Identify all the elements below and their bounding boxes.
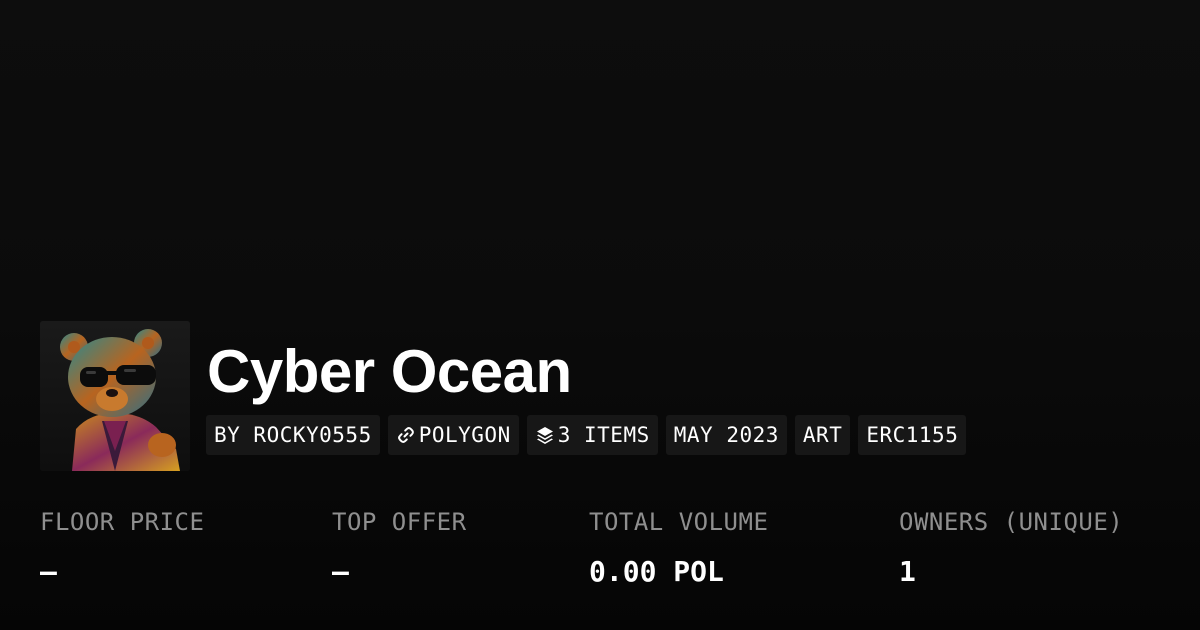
date-tag-label: MAY 2023 <box>673 423 779 447</box>
standard-tag: ERC1155 <box>858 415 967 455</box>
top-offer-value: – <box>332 555 349 588</box>
creator-tag[interactable]: BY ROCKY0555 <box>206 415 380 455</box>
chain-link-icon <box>396 425 416 445</box>
total-volume-label: TOTAL VOLUME <box>589 508 769 536</box>
category-tag[interactable]: ART <box>794 415 851 455</box>
collection-title: Cyber Ocean <box>207 338 572 405</box>
chain-tag-label: POLYGON <box>418 423 511 447</box>
bear-with-sunglasses-avatar <box>40 321 190 471</box>
total-volume-value: 0.00 POL <box>589 555 724 588</box>
collection-avatar[interactable] <box>40 321 190 471</box>
top-offer-label: TOP OFFER <box>332 508 467 536</box>
items-tag-label: 3 ITEMS <box>557 423 650 447</box>
chain-tag[interactable]: POLYGON <box>387 415 519 455</box>
owners-value: 1 <box>899 555 916 588</box>
total-volume-stat: TOTAL VOLUME 0.00 POL <box>589 505 768 589</box>
date-tag: MAY 2023 <box>665 415 787 455</box>
floor-price-value: – <box>40 555 57 588</box>
layers-icon <box>535 425 555 445</box>
floor-price-stat: FLOOR PRICE – <box>40 505 204 589</box>
owners-stat: OWNERS (UNIQUE) 1 <box>899 505 1123 589</box>
collection-tags: BY ROCKY0555 POLYGON 3 ITEMS MAY 2023 AR… <box>206 415 967 455</box>
floor-price-label: FLOOR PRICE <box>40 508 205 536</box>
items-tag[interactable]: 3 ITEMS <box>526 415 658 455</box>
top-offer-stat: TOP OFFER – <box>332 505 467 589</box>
collection-card: Cyber Ocean BY ROCKY0555 POLYGON 3 ITEMS… <box>0 0 1200 630</box>
category-tag-label: ART <box>802 423 843 447</box>
creator-tag-label: BY ROCKY0555 <box>214 423 372 447</box>
owners-label: OWNERS (UNIQUE) <box>899 508 1124 536</box>
standard-tag-label: ERC1155 <box>866 423 959 447</box>
